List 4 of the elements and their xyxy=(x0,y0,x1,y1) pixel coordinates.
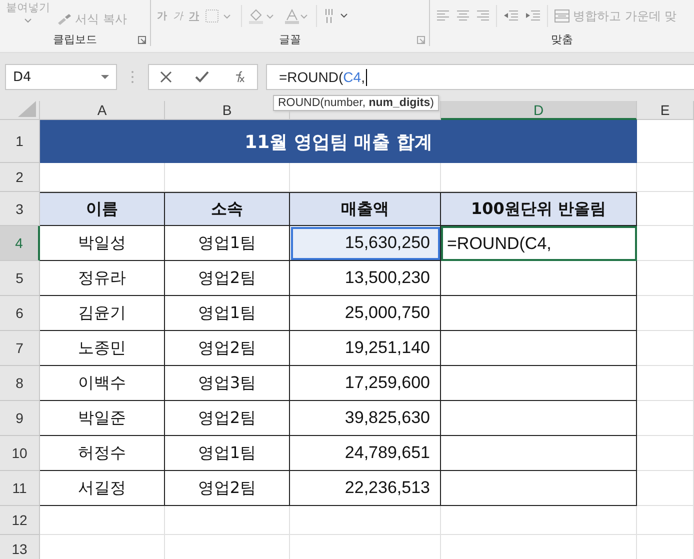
group-label: 클립보드 xyxy=(53,32,97,46)
group-label: 글꼴 xyxy=(279,32,301,46)
group-label: 맞춤 xyxy=(551,32,573,46)
function-tooltip: ROUND(number, num_digits) xyxy=(273,95,439,111)
